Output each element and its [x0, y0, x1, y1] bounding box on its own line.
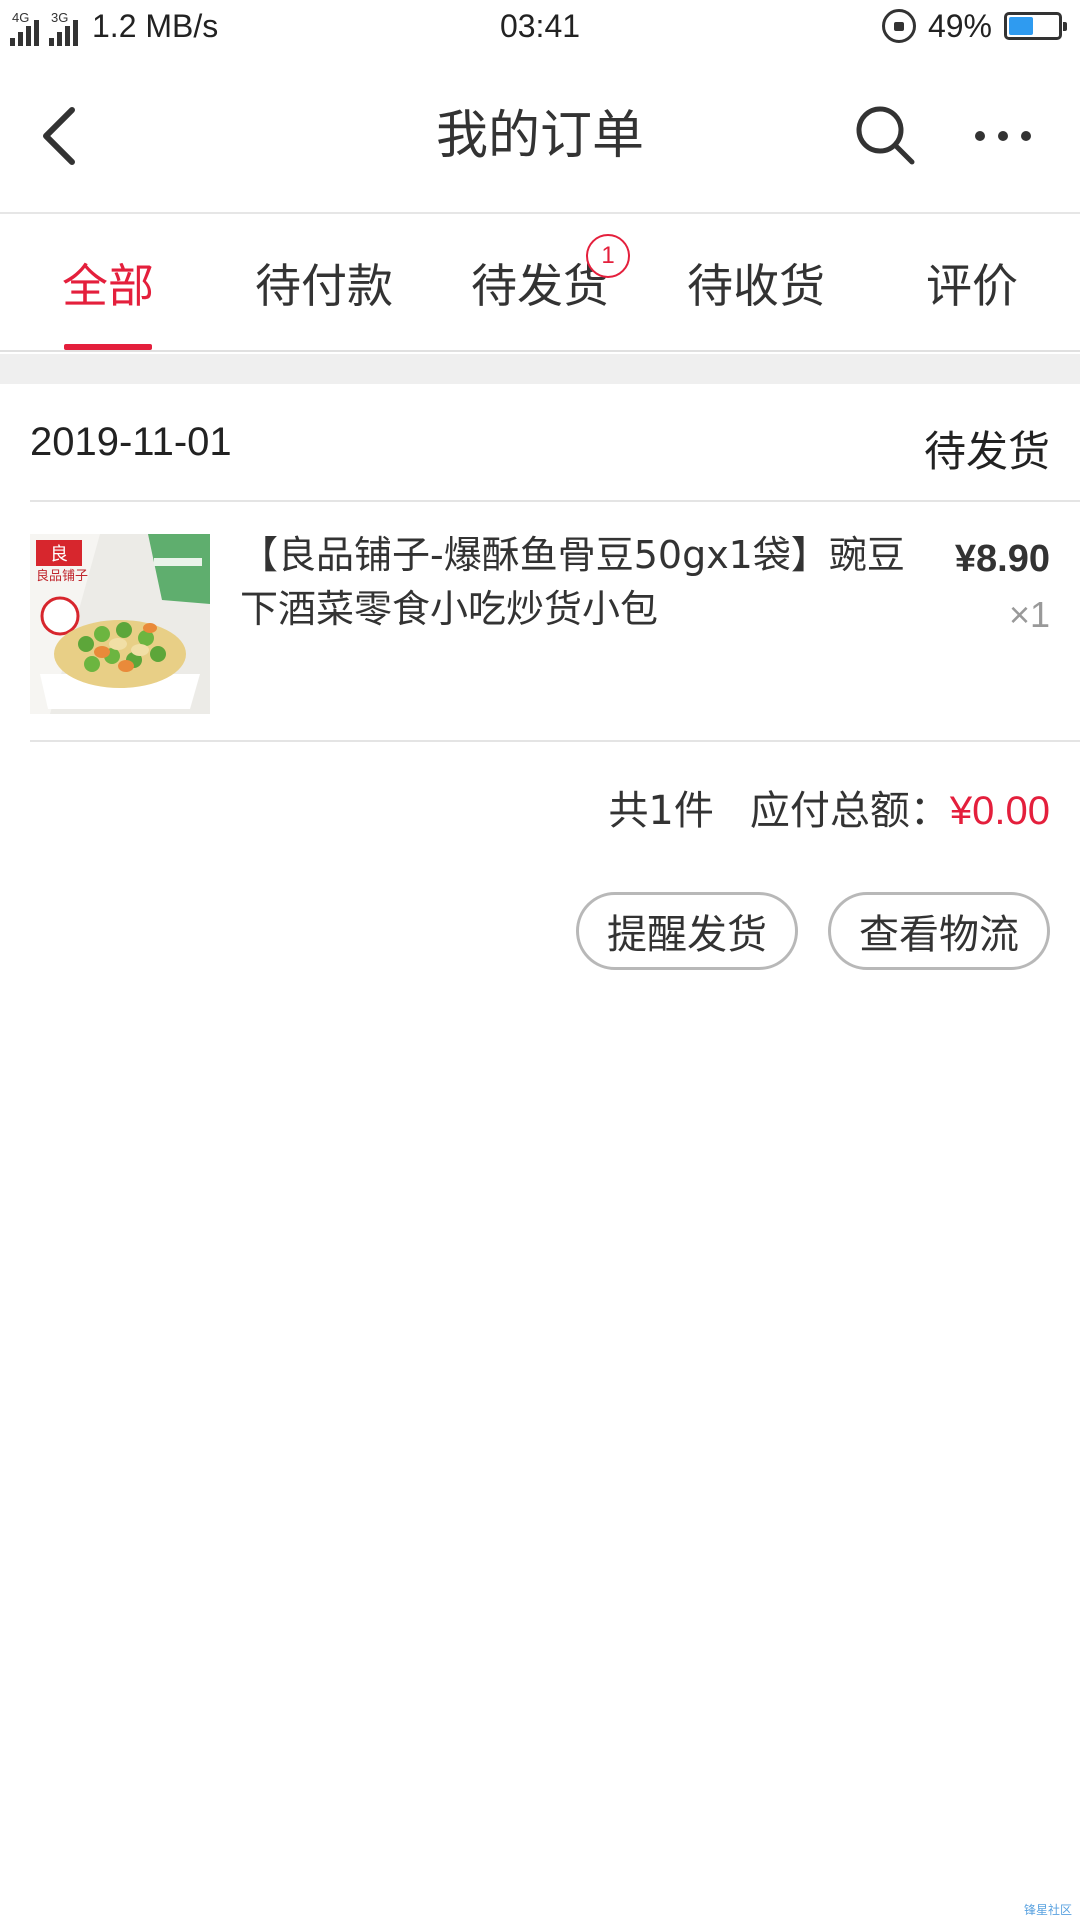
product-thumbnail[interactable]: 良 良品铺子 — [30, 534, 210, 714]
tab-pending-payment[interactable]: 待付款 — [216, 216, 432, 350]
battery-icon — [1004, 12, 1067, 40]
battery-level — [1009, 17, 1033, 35]
remind-shipment-button[interactable]: 提醒发货 — [576, 892, 798, 970]
product-quantity: ×1 — [1008, 594, 1050, 635]
more-button[interactable] — [968, 116, 1038, 156]
chevron-left-icon — [43, 107, 75, 165]
order-tabs: 全部 待付款 待发货 待收货 评价 — [0, 216, 1080, 352]
thumb-brand-text: 良品铺子 — [36, 568, 88, 584]
battery-percent: 49% — [927, 7, 992, 44]
order-item[interactable]: 良 良品铺子 【良品铺子-爆酥鱼骨豆50gx1袋】豌豆下酒菜零食小吃炒货小包 ¥… — [30, 504, 1080, 742]
tab-all[interactable]: 全部 — [0, 216, 216, 350]
search-button[interactable] — [852, 102, 922, 172]
nav-header: 我的订单 — [0, 56, 1080, 214]
total-label: 应付总额： — [749, 788, 950, 834]
section-divider — [0, 354, 1080, 384]
search-icon — [856, 106, 915, 165]
order-actions: 提醒发货 查看物流 — [576, 892, 1050, 970]
item-count: 共1件 — [608, 788, 714, 834]
back-button[interactable] — [30, 96, 90, 176]
tab-pending-receipt[interactable]: 待收货 — [648, 216, 864, 350]
order-header: 2019-11-01 待发货 — [30, 384, 1080, 502]
more-dots-icon — [975, 131, 1031, 141]
product-price: ¥8.90 — [954, 538, 1050, 580]
total-amount: ¥0.00 — [949, 789, 1050, 833]
order-date: 2019-11-01 — [30, 420, 232, 464]
order-status: 待发货 — [923, 427, 1050, 476]
pending-shipment-badge: 1 — [586, 234, 630, 278]
order-summary: 共1件 应付总额：¥0.00 — [608, 778, 1050, 836]
rotation-lock-icon — [881, 9, 916, 43]
product-title[interactable]: 【良品铺子-爆酥鱼骨豆50gx1袋】豌豆下酒菜零食小吃炒货小包 — [240, 528, 920, 636]
watermark: 锋星社区 — [1023, 1903, 1072, 1917]
product-image: 良 良品铺子 — [30, 534, 210, 714]
status-bar: 4G 3G 1.2 MB/s 03:41 49% — [0, 0, 1080, 56]
svg-text:良: 良 — [50, 544, 68, 565]
tab-review[interactable]: 评价 — [864, 216, 1080, 350]
status-right: 49% — [881, 6, 1067, 46]
view-logistics-button[interactable]: 查看物流 — [828, 892, 1050, 970]
